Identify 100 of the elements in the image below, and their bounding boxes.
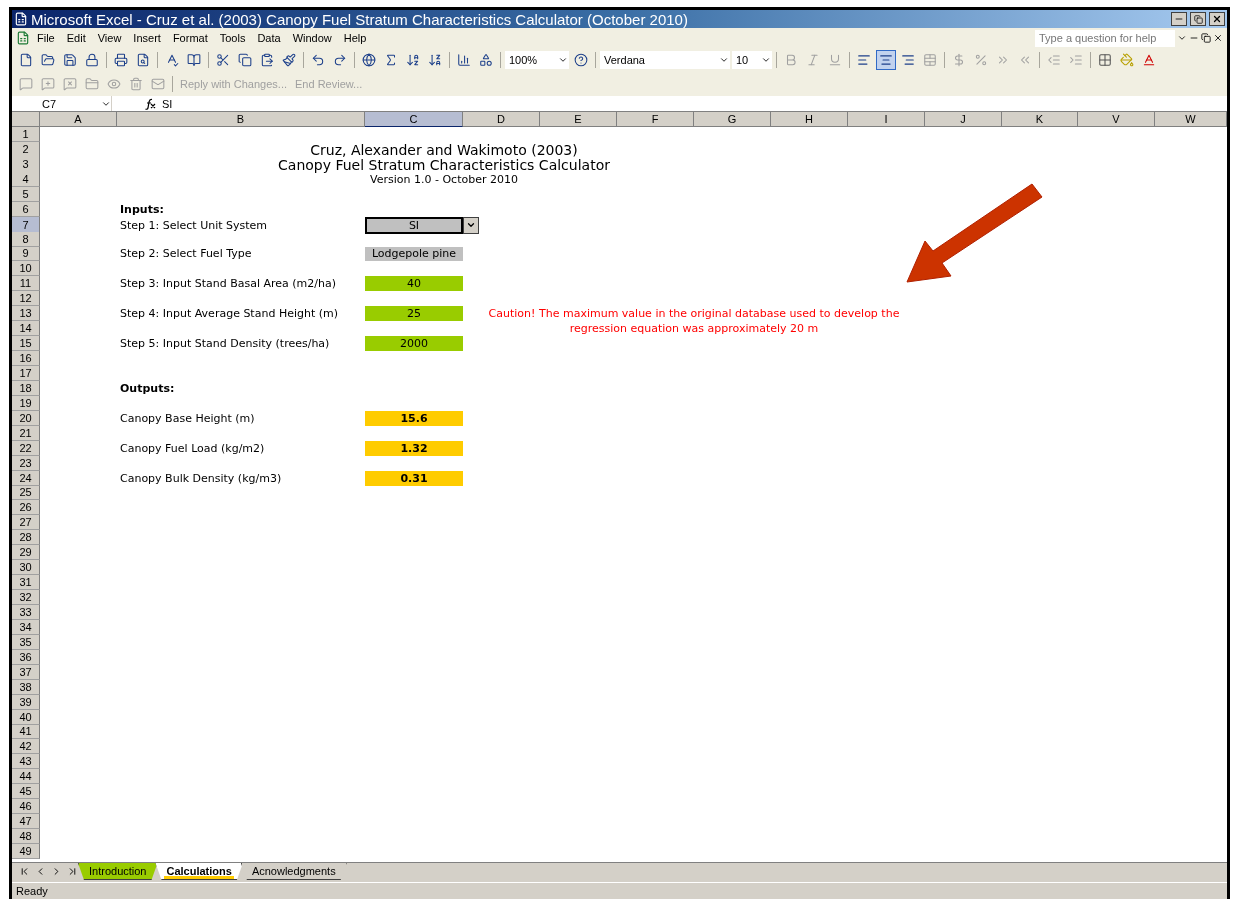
spreadsheet-icon[interactable] xyxy=(16,31,30,45)
version-text: Version 1.0 - October 2010 xyxy=(369,171,519,187)
column-header[interactable]: G xyxy=(694,112,771,127)
row-header[interactable]: 44 xyxy=(12,769,40,785)
row-header[interactable]: 10 xyxy=(12,261,40,277)
row-header[interactable]: 28 xyxy=(12,530,40,546)
sort-descending-icon[interactable] xyxy=(428,53,442,67)
restore-button[interactable] xyxy=(1190,12,1206,26)
restore-icon[interactable] xyxy=(1201,33,1211,43)
column-header[interactable]: B xyxy=(117,112,365,127)
new-document-icon[interactable] xyxy=(19,53,33,67)
paste-icon[interactable] xyxy=(260,53,274,67)
shapes-icon[interactable] xyxy=(479,53,493,67)
save-icon[interactable] xyxy=(63,53,77,67)
row-header[interactable]: 14 xyxy=(12,321,40,337)
input-cell[interactable]: 2000 xyxy=(365,336,463,352)
column-header[interactable]: W xyxy=(1155,112,1227,127)
row-header[interactable]: 26 xyxy=(12,500,40,516)
table-cell[interactable]: Lodgepole pine xyxy=(365,246,463,262)
column-header[interactable]: K xyxy=(1002,112,1078,127)
print-preview-icon[interactable] xyxy=(136,53,150,67)
minimize-button[interactable] xyxy=(1171,12,1187,26)
function-icon[interactable] xyxy=(144,97,156,110)
input-cell[interactable]: 40 xyxy=(365,276,463,292)
row-header[interactable]: 31 xyxy=(12,575,40,591)
column-header[interactable]: D xyxy=(463,112,540,127)
input-cell[interactable]: 25 xyxy=(365,306,463,322)
printer-icon[interactable] xyxy=(114,53,128,67)
row-header[interactable]: 15 xyxy=(12,336,40,352)
column-header[interactable]: J xyxy=(925,112,1002,127)
menu-item[interactable]: Edit xyxy=(61,30,91,46)
menu-item[interactable]: File xyxy=(32,30,60,46)
row-header[interactable]: 33 xyxy=(12,605,40,620)
row-label: Step 2: Select Fuel Type xyxy=(119,246,253,262)
column-header[interactable]: I xyxy=(848,112,925,127)
lock-icon[interactable] xyxy=(85,53,99,67)
sheet-tab[interactable]: Introduction xyxy=(78,863,158,880)
help-icon[interactable] xyxy=(574,53,588,67)
select-all-corner[interactable] xyxy=(12,112,40,127)
help-dropdown-icon[interactable] xyxy=(1177,33,1187,43)
column-header[interactable]: H xyxy=(771,112,848,127)
menu-item[interactable]: Format xyxy=(167,30,213,46)
section-heading: Inputs: xyxy=(119,201,165,217)
menu-item[interactable]: Data xyxy=(252,30,286,46)
align-center-button[interactable] xyxy=(876,50,896,70)
row-header[interactable]: 27 xyxy=(12,515,40,531)
font-color-icon[interactable] xyxy=(1142,53,1156,67)
column-header[interactable]: A xyxy=(40,112,117,127)
menu-item[interactable]: Insert xyxy=(128,30,166,46)
book-icon[interactable] xyxy=(187,53,201,67)
spelling-icon[interactable] xyxy=(165,53,179,67)
menu-item[interactable]: Window xyxy=(287,30,337,46)
folder-icon[interactable] xyxy=(41,53,55,67)
font-size-combo[interactable]: 10 xyxy=(732,51,772,69)
column-header[interactable]: E xyxy=(540,112,617,127)
sheet-tab[interactable]: Calculations xyxy=(155,863,243,880)
row-header[interactable]: 13 xyxy=(12,306,40,322)
merge-cells-icon[interactable] xyxy=(923,53,937,67)
undo-icon[interactable] xyxy=(311,53,325,67)
align-right-icon xyxy=(901,53,915,67)
row-header[interactable]: 1 xyxy=(12,127,40,142)
row-header[interactable]: 11 xyxy=(12,276,40,292)
row-header[interactable]: 32 xyxy=(12,590,40,605)
row-header[interactable]: 16 xyxy=(12,351,40,366)
row-header[interactable]: 45 xyxy=(12,784,40,800)
column-header[interactable]: C xyxy=(365,112,463,127)
copy-icon[interactable] xyxy=(238,53,252,67)
menu-item[interactable]: Tools xyxy=(214,30,251,46)
paintbrush-icon[interactable] xyxy=(282,53,296,67)
redo-icon[interactable] xyxy=(333,53,347,67)
row-label: Step 1: Select Unit System xyxy=(119,217,269,234)
row-header[interactable]: 12 xyxy=(12,291,40,307)
sheet-tab[interactable]: Acnowledgments xyxy=(240,863,347,880)
row-header[interactable]: 48 xyxy=(12,829,40,844)
sheet-title: Canopy Fuel Stratum Characteristics Calculator xyxy=(277,156,611,173)
sort-ascending-icon[interactable] xyxy=(406,53,420,67)
borders-icon[interactable] xyxy=(1098,53,1112,67)
column-header[interactable]: V xyxy=(1078,112,1155,127)
help-search-field[interactable]: Type a question for help xyxy=(1035,29,1175,47)
name-box[interactable]: C7 xyxy=(12,96,112,111)
menu-item[interactable]: View xyxy=(92,30,127,46)
row-header[interactable]: 42 xyxy=(12,739,40,755)
row-header[interactable]: 17 xyxy=(12,366,40,381)
sigma-icon[interactable] xyxy=(384,53,398,67)
close-icon[interactable] xyxy=(1213,33,1223,43)
chart-icon[interactable] xyxy=(457,53,471,67)
row-header[interactable]: 46 xyxy=(12,799,40,815)
close-button[interactable] xyxy=(1209,12,1225,26)
row-header[interactable]: 47 xyxy=(12,814,40,830)
cut-icon[interactable] xyxy=(216,53,230,67)
zoom-combo[interactable]: 100% xyxy=(505,51,569,69)
row-header[interactable]: 49 xyxy=(12,844,40,859)
globe-icon[interactable] xyxy=(362,53,376,67)
formula-value[interactable]: SI xyxy=(156,97,173,110)
menu-item[interactable]: Help xyxy=(338,30,372,46)
row-header[interactable]: 29 xyxy=(12,545,40,561)
column-header[interactable]: F xyxy=(617,112,694,127)
font-combo[interactable]: Verdana xyxy=(600,51,730,69)
row-header[interactable]: 43 xyxy=(12,754,40,770)
row-header[interactable]: 30 xyxy=(12,560,40,576)
